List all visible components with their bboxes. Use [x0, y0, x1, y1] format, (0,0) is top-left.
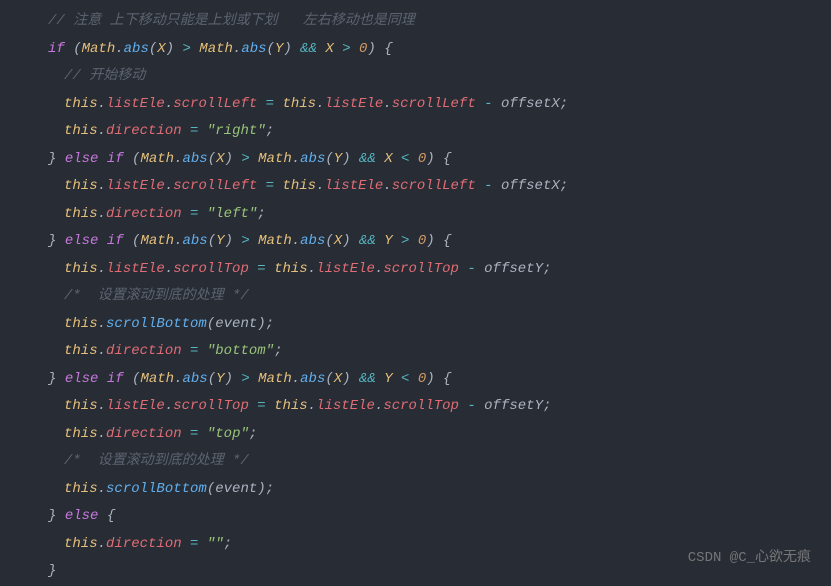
- code-line: this.direction = "bottom";: [32, 338, 831, 366]
- code-line: this.scrollBottom(event);: [32, 476, 831, 504]
- code-line: this.listEle.scrollLeft = this.listEle.s…: [32, 91, 831, 119]
- comment: // 开始移动: [64, 68, 145, 84]
- watermark: CSDN @C_心欲无痕: [688, 545, 811, 573]
- comment: /* 设置滚动到底的处理 */: [64, 288, 249, 304]
- code-line: } else if (Math.abs(Y) > Math.abs(X) && …: [32, 228, 831, 256]
- code-block: // 注意 上下移动只能是上划或下划 左右移动也是同理 if (Math.abs…: [0, 8, 831, 586]
- code-line: this.direction = "left";: [32, 201, 831, 229]
- code-line: } else if (Math.abs(X) > Math.abs(Y) && …: [32, 146, 831, 174]
- code-line: } else if (Math.abs(Y) > Math.abs(X) && …: [32, 366, 831, 394]
- code-line: // 开始移动: [32, 63, 831, 91]
- code-line: // 注意 上下移动只能是上划或下划 左右移动也是同理: [32, 8, 831, 36]
- comment: // 注意 上下移动只能是上划或下划 左右移动也是同理: [48, 13, 415, 29]
- code-line: this.scrollBottom(event);: [32, 311, 831, 339]
- code-line: this.listEle.scrollLeft = this.listEle.s…: [32, 173, 831, 201]
- comment: /* 设置滚动到底的处理 */: [64, 453, 249, 469]
- code-line: this.direction = "right";: [32, 118, 831, 146]
- code-line: /* 设置滚动到底的处理 */: [32, 448, 831, 476]
- code-line: } else {: [32, 503, 831, 531]
- code-line: this.direction = "top";: [32, 421, 831, 449]
- code-line: this.listEle.scrollTop = this.listEle.sc…: [32, 393, 831, 421]
- code-line: /* 设置滚动到底的处理 */: [32, 283, 831, 311]
- code-line: if (Math.abs(X) > Math.abs(Y) && X > 0) …: [32, 36, 831, 64]
- code-line: this.listEle.scrollTop = this.listEle.sc…: [32, 256, 831, 284]
